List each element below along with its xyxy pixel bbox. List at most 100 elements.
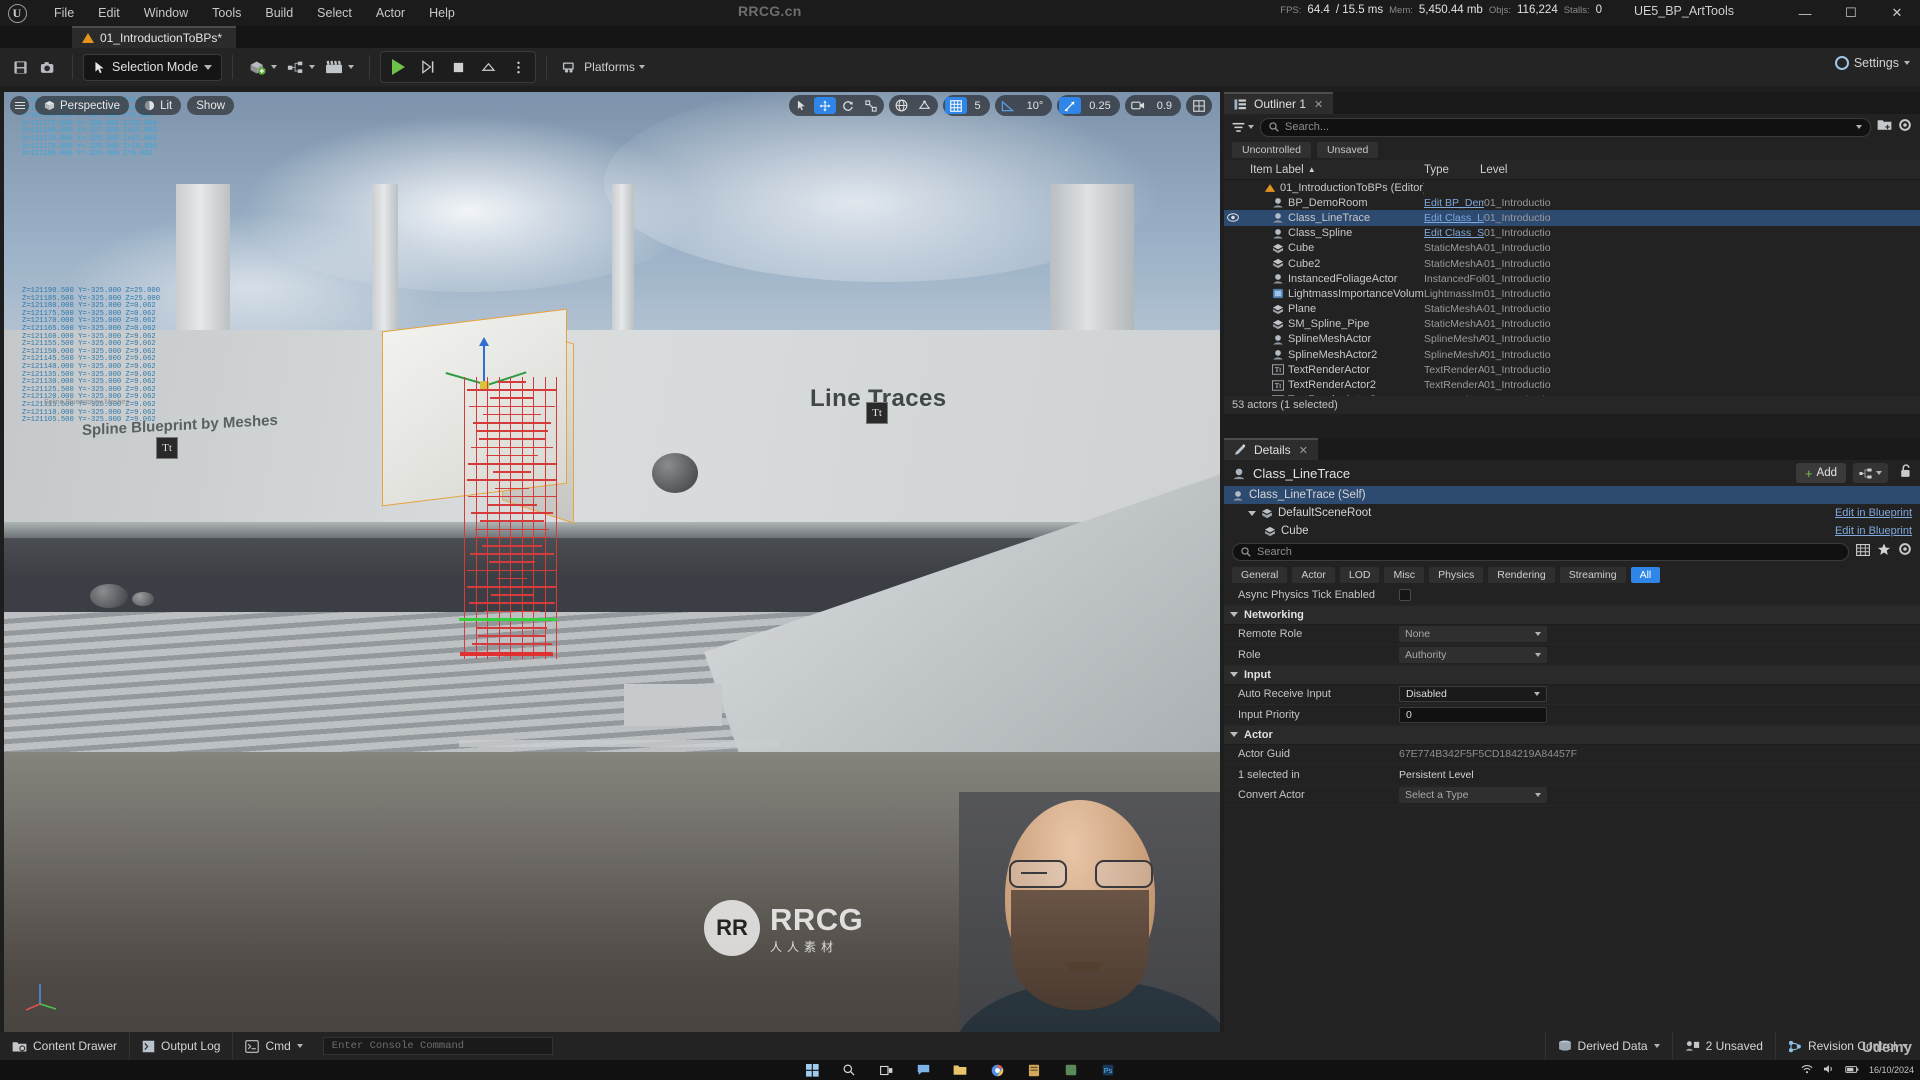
outliner-filter-button[interactable] (1232, 122, 1254, 133)
maximize-icon[interactable]: ☐ (1828, 0, 1874, 26)
viewport-viewmode-dropdown[interactable]: Lit (135, 96, 182, 115)
volume-icon[interactable] (1823, 1064, 1835, 1076)
search-icon[interactable] (842, 1063, 857, 1078)
table-row[interactable]: Plane StaticMeshAc 01_Introductio (1224, 302, 1920, 317)
table-row[interactable]: LightmassImportanceVolum LightmassImp 01_I… (1224, 286, 1920, 301)
category-filter-actor[interactable]: Actor (1292, 567, 1335, 583)
text-render-badge[interactable]: Tt (866, 402, 888, 424)
play-icon[interactable] (384, 54, 412, 80)
property-group-actor[interactable]: Actor (1224, 725, 1920, 745)
menu-select[interactable]: Select (305, 3, 364, 23)
scale-snap-value[interactable]: 0.25 (1082, 100, 1117, 112)
angle-snap-value[interactable]: 10° (1020, 100, 1051, 112)
gear-icon[interactable] (1898, 542, 1912, 561)
property-text-input[interactable]: 0 (1399, 706, 1547, 723)
column-type[interactable]: Type (1424, 164, 1480, 176)
unsaved-button[interactable]: 2 Unsaved (1671, 1032, 1775, 1060)
chevron-down-icon[interactable] (1856, 125, 1862, 129)
cinematics-icon[interactable] (320, 54, 359, 80)
camera-speed-icon[interactable] (1127, 97, 1149, 114)
property-group-input[interactable]: Input (1224, 665, 1920, 685)
menu-file[interactable]: File (42, 3, 86, 23)
edit-in-blueprint-link[interactable]: Edit in Blueprint (1835, 525, 1912, 537)
settings-button[interactable]: Settings (1834, 56, 1910, 70)
blueprints-icon[interactable] (282, 54, 320, 80)
outliner-edit-link[interactable]: Edit BP_Demo (1424, 197, 1484, 209)
column-item-label[interactable]: Item Label ▲ (1224, 164, 1424, 176)
category-filter-rendering[interactable]: Rendering (1488, 567, 1555, 583)
property-dropdown[interactable]: Disabled (1399, 686, 1547, 703)
table-row[interactable]: SplineMeshActor SplineMeshAc01_Introducti… (1224, 332, 1920, 347)
browser-icon[interactable] (990, 1063, 1005, 1078)
rotate-icon[interactable] (837, 97, 859, 114)
viewport-menu-icon[interactable] (10, 96, 29, 115)
menu-build[interactable]: Build (253, 3, 305, 23)
outliner-root-row[interactable]: 01_IntroductionToBPs (Editor) (1224, 180, 1920, 195)
property-dropdown[interactable]: Authority (1399, 646, 1547, 663)
more-options-icon[interactable] (504, 54, 532, 80)
table-row[interactable]: Cube StaticMeshAc 01_Introductio (1224, 241, 1920, 256)
table-row[interactable]: BP_DemoRoom Edit BP_Demo01_Introductio (1224, 195, 1920, 210)
table-view-icon[interactable] (1856, 543, 1870, 561)
minimize-icon[interactable]: — (1782, 0, 1828, 26)
outliner-tab[interactable]: Outliner 1 ✕ (1224, 92, 1334, 114)
gear-icon[interactable] (1898, 118, 1912, 137)
column-level[interactable]: Level (1480, 164, 1920, 176)
console-command-input[interactable]: Enter Console Command (322, 1037, 553, 1055)
derived-data-button[interactable]: Derived Data (1544, 1032, 1672, 1060)
table-row[interactable]: Tt TextRenderActor TextRenderAc 01_Introduc… (1224, 362, 1920, 377)
property-group-networking[interactable]: Networking (1224, 605, 1920, 625)
add-component-button[interactable]: + Add (1795, 463, 1846, 483)
translate-icon[interactable] (813, 97, 836, 114)
scale-icon[interactable] (860, 97, 882, 114)
table-row[interactable]: Class_LineTrace Edit Class_Lir 01_Introduc… (1224, 210, 1920, 226)
camera-speed-value[interactable]: 0.9 (1150, 100, 1179, 112)
task-view-icon[interactable] (879, 1063, 894, 1078)
outliner-edit-link[interactable]: Edit Class_Lir (1424, 212, 1484, 224)
output-log-button[interactable]: Output Log (130, 1032, 234, 1060)
property-list[interactable]: Async Physics Tick Enabled Networking Remo… (1224, 585, 1920, 806)
grid-snap-value[interactable]: 5 (968, 100, 988, 112)
close-icon[interactable]: ✕ (1874, 0, 1920, 26)
viewport-perspective-dropdown[interactable]: Perspective (35, 96, 130, 115)
scale-snap-icon[interactable] (1059, 97, 1082, 114)
table-row[interactable]: InstancedFoliageActor InstancedFolià01_In… (1224, 271, 1920, 286)
menu-help[interactable]: Help (417, 3, 467, 23)
eject-icon[interactable] (474, 54, 502, 80)
app-icon[interactable] (1064, 1063, 1079, 1078)
category-filter-misc[interactable]: Misc (1384, 567, 1425, 583)
property-dropdown[interactable]: None (1399, 626, 1547, 643)
close-icon[interactable]: ✕ (1314, 98, 1323, 111)
eye-icon[interactable] (1224, 213, 1242, 223)
battery-icon[interactable] (1845, 1065, 1859, 1076)
close-icon[interactable]: ✕ (1299, 444, 1308, 457)
table-row[interactable]: Class_Spline Edit Class_Sp 01_Introductio (1224, 226, 1920, 241)
network-icon[interactable] (1801, 1064, 1813, 1076)
unlock-icon[interactable] (1899, 463, 1912, 483)
grid-snap-icon[interactable] (944, 97, 967, 114)
outliner-search-input[interactable]: Search... (1260, 117, 1871, 137)
start-icon[interactable] (805, 1063, 820, 1078)
menu-edit[interactable]: Edit (86, 3, 132, 23)
camera-icon[interactable] (34, 54, 62, 80)
world-coords-icon[interactable] (891, 97, 913, 114)
platforms-button[interactable]: Platforms (557, 54, 650, 80)
component-row[interactable]: Cube Edit in Blueprint (1224, 522, 1920, 540)
filter-pill-uncontrolled[interactable]: Uncontrolled (1232, 142, 1311, 158)
category-filter-all[interactable]: All (1630, 567, 1661, 583)
menu-tools[interactable]: Tools (200, 3, 253, 23)
component-tree[interactable]: Class_LineTrace (Self) DefaultSceneRoot Ed… (1224, 486, 1920, 540)
expand-caret-icon[interactable] (1248, 510, 1256, 516)
files-icon[interactable] (1027, 1063, 1042, 1078)
filter-pill-unsaved[interactable]: Unsaved (1316, 142, 1379, 158)
chat-icon[interactable] (916, 1063, 931, 1078)
category-filter-lod[interactable]: LOD (1339, 567, 1380, 583)
property-checkbox[interactable] (1399, 588, 1411, 601)
category-filter-streaming[interactable]: Streaming (1559, 567, 1626, 583)
cmd-dropdown[interactable]: Cmd (233, 1032, 314, 1060)
details-search-input[interactable]: Search (1232, 542, 1849, 561)
step-icon[interactable] (414, 54, 442, 80)
table-row[interactable]: SplineMeshActor2 SplineMeshAc01_Introduct… (1224, 347, 1920, 362)
category-filter-physics[interactable]: Physics (1429, 567, 1484, 583)
photoshop-icon[interactable]: Ps (1101, 1063, 1116, 1078)
